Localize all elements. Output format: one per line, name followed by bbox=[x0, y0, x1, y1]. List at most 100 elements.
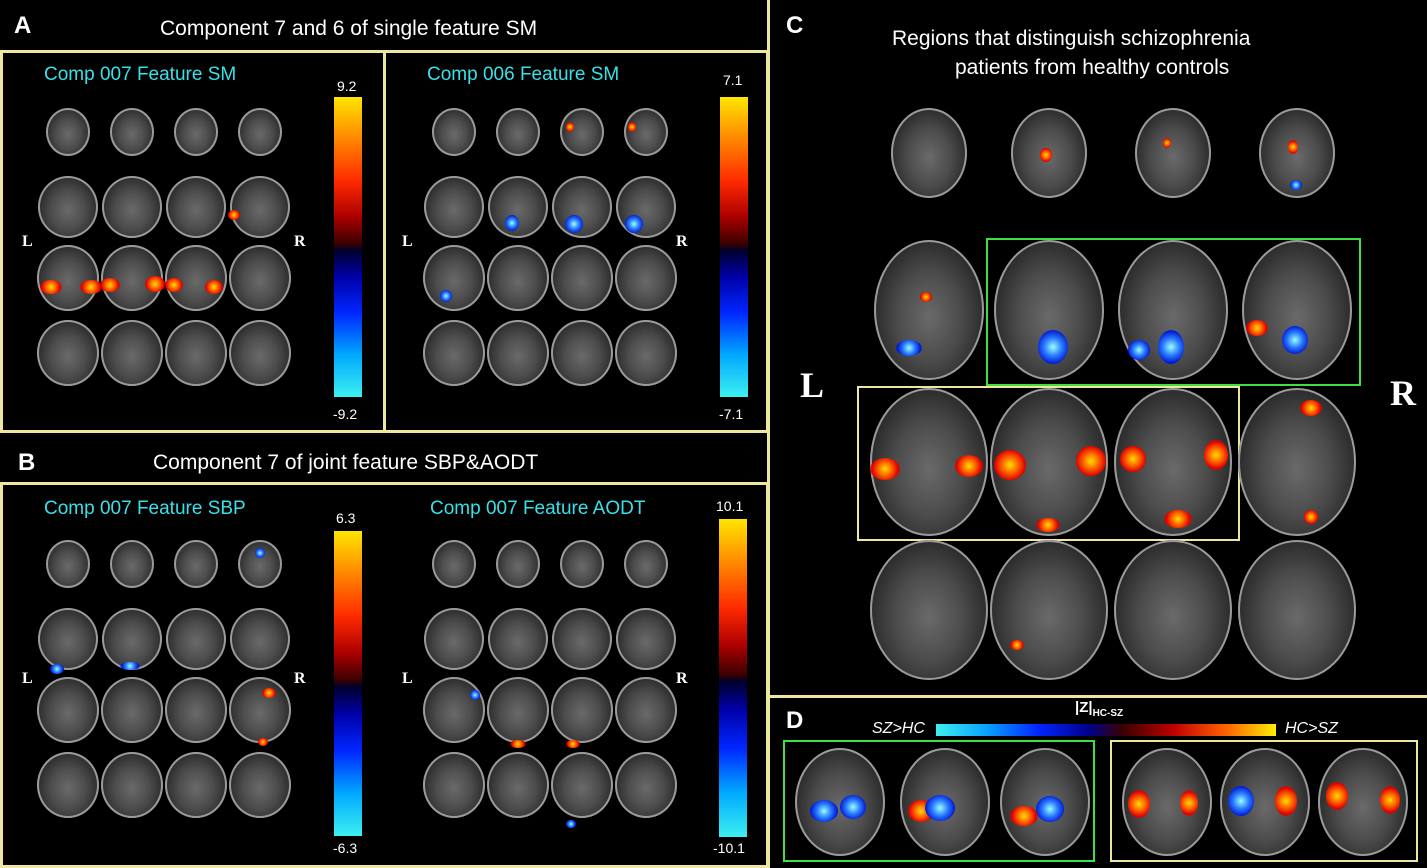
panel-a-right-L: L bbox=[402, 233, 413, 250]
red-activation bbox=[1275, 786, 1297, 816]
red-activation bbox=[566, 122, 574, 132]
panel-b-right-min: -10.1 bbox=[713, 840, 745, 856]
brain-slice bbox=[110, 108, 154, 156]
panel-a-left-colorbar bbox=[334, 97, 362, 397]
red-activation bbox=[1204, 440, 1228, 470]
brain-slice bbox=[423, 320, 485, 386]
brain-slice bbox=[488, 608, 548, 670]
brain-slice bbox=[551, 677, 613, 743]
panel-c-R: R bbox=[1390, 373, 1416, 413]
panel-b-left-colorbar bbox=[334, 531, 362, 836]
panel-c-title-line1: Regions that distinguish schizophrenia bbox=[892, 27, 1251, 50]
brain-slice bbox=[37, 752, 99, 818]
red-activation bbox=[145, 276, 165, 292]
panel-a-right-min: -7.1 bbox=[719, 406, 744, 422]
blue-activation bbox=[1038, 330, 1068, 364]
brain-slice bbox=[37, 245, 99, 311]
blue-activation bbox=[566, 820, 576, 828]
panel-a-right-R: R bbox=[676, 233, 688, 250]
red-activation bbox=[1300, 400, 1322, 416]
brain-slice bbox=[423, 245, 485, 311]
red-activation bbox=[566, 740, 580, 748]
brain-slice bbox=[1114, 540, 1232, 680]
panel-a-left-max: 9.2 bbox=[337, 78, 357, 94]
red-activation bbox=[510, 740, 526, 748]
brain-slice bbox=[229, 677, 291, 743]
red-activation bbox=[920, 292, 932, 302]
brain-slice bbox=[990, 540, 1108, 680]
brain-slice bbox=[616, 176, 676, 238]
blue-activation bbox=[440, 290, 452, 302]
red-activation bbox=[40, 280, 62, 294]
red-activation bbox=[1380, 786, 1400, 814]
red-activation bbox=[1040, 148, 1052, 162]
red-activation bbox=[1036, 518, 1060, 532]
red-activation bbox=[80, 280, 102, 294]
red-activation bbox=[1010, 806, 1038, 826]
red-activation bbox=[1010, 640, 1024, 650]
blue-activation bbox=[470, 690, 480, 700]
panel-d-right-label: HC>SZ bbox=[1285, 720, 1338, 737]
panel-d-colorbar bbox=[936, 724, 1276, 736]
brain-slice bbox=[166, 608, 226, 670]
brain-slice bbox=[165, 752, 227, 818]
brain-slice bbox=[488, 176, 548, 238]
brain-slice bbox=[624, 540, 668, 588]
blue-activation bbox=[255, 548, 265, 558]
brain-slice bbox=[229, 752, 291, 818]
panel-c-title-line2: patients from healthy controls bbox=[955, 56, 1230, 79]
red-activation bbox=[1304, 510, 1318, 524]
blue-activation bbox=[1290, 180, 1302, 190]
panel-d-divider bbox=[767, 695, 1427, 698]
brain-slice bbox=[37, 320, 99, 386]
panel-b-left-R: R bbox=[294, 670, 306, 687]
brain-slice bbox=[101, 752, 163, 818]
brain-slice bbox=[551, 320, 613, 386]
brain-slice bbox=[174, 108, 218, 156]
panel-b-left-label: Comp 007 Feature SBP bbox=[44, 498, 246, 519]
blue-activation bbox=[810, 800, 838, 822]
red-activation bbox=[1076, 446, 1106, 476]
panel-d-letter: D bbox=[786, 707, 804, 734]
brain-slice bbox=[615, 320, 677, 386]
brain-slice bbox=[238, 108, 282, 156]
brain-slice bbox=[615, 752, 677, 818]
brain-slice bbox=[874, 240, 984, 380]
brain-slice bbox=[165, 677, 227, 743]
brain-slice bbox=[166, 176, 226, 238]
blue-activation bbox=[565, 215, 583, 233]
brain-slice bbox=[174, 540, 218, 588]
panel-a-left-label: Comp 007 Feature SM bbox=[44, 64, 237, 85]
panel-d-scale-sub: HC-SZ bbox=[1092, 708, 1124, 719]
brain-slice bbox=[229, 245, 291, 311]
blue-activation bbox=[925, 795, 955, 821]
brain-slice bbox=[487, 677, 549, 743]
red-activation bbox=[1120, 446, 1146, 472]
red-activation bbox=[228, 210, 240, 220]
blue-activation bbox=[1282, 326, 1308, 354]
brain-slice bbox=[230, 608, 290, 670]
red-activation bbox=[1246, 320, 1268, 336]
red-activation bbox=[1164, 510, 1192, 528]
panel-b-left-max: 6.3 bbox=[336, 510, 356, 526]
brain-slice bbox=[46, 540, 90, 588]
brain-slice bbox=[1238, 388, 1356, 536]
brain-slice bbox=[551, 245, 613, 311]
panel-a-left-R: R bbox=[294, 233, 306, 250]
red-activation bbox=[165, 278, 183, 292]
panel-b-right-label: Comp 007 Feature AODT bbox=[430, 498, 646, 519]
red-activation bbox=[628, 122, 636, 132]
brain-slice bbox=[38, 608, 98, 670]
panel-b-right-colorbar bbox=[719, 519, 747, 837]
brain-slice bbox=[424, 176, 484, 238]
panel-b-right-R: R bbox=[676, 670, 688, 687]
panel-c-L: L bbox=[800, 365, 825, 405]
panel-d-scale-z: |Z| bbox=[1075, 699, 1093, 716]
panel-a-left-min: -9.2 bbox=[333, 406, 358, 422]
blue-activation bbox=[896, 340, 922, 356]
brain-slice bbox=[37, 677, 99, 743]
brain-slice bbox=[560, 108, 604, 156]
panel-b-left-L: L bbox=[22, 670, 33, 687]
brain-slice bbox=[101, 677, 163, 743]
brain-slice bbox=[624, 108, 668, 156]
